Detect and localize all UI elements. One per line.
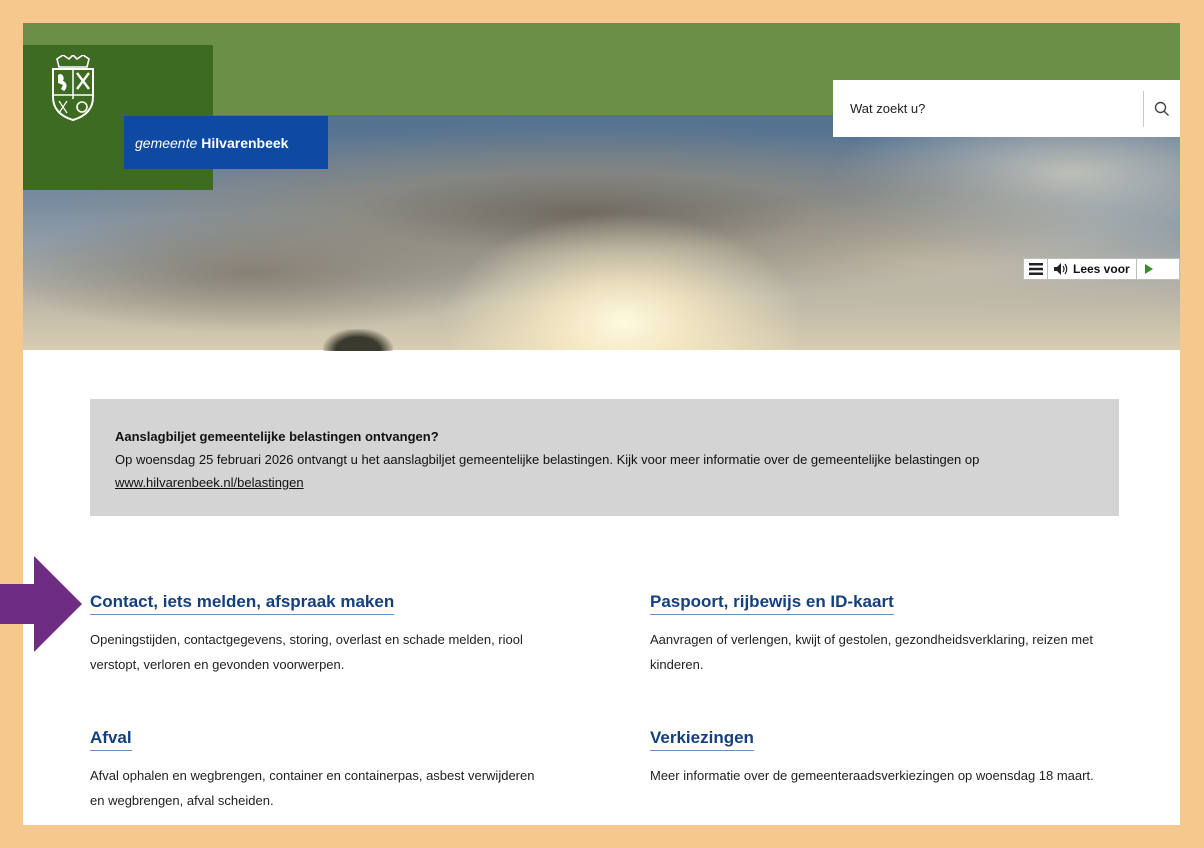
category-description: Meer informatie over de gemeenteraadsver… — [650, 768, 1094, 783]
menu-icon — [1028, 263, 1043, 275]
tree-silhouette — [323, 329, 393, 351]
notice-link[interactable]: www.hilvarenbeek.nl/belastingen — [115, 475, 304, 490]
speaker-icon — [1054, 263, 1068, 275]
search-input[interactable] — [833, 80, 1143, 137]
category-description: Afval ophalen en wegbrengen, container e… — [90, 768, 535, 808]
brand-prefix: gemeente — [135, 134, 198, 151]
category-title-afval[interactable]: Afval — [90, 728, 132, 751]
category-description: Openingstijden, contactgegevens, storing… — [90, 632, 523, 672]
search-icon — [1154, 101, 1169, 116]
coat-of-arms-icon — [52, 55, 94, 121]
readspeaker-play-button[interactable] — [1137, 259, 1161, 279]
category-title-contact[interactable]: Contact, iets melden, afspraak maken — [90, 592, 395, 615]
category-contact: Contact, iets melden, afspraak maken Ope… — [90, 592, 570, 677]
header-banner: gemeente Hilvarenbeek Wat zoekt u? Lees … — [23, 23, 1180, 351]
page-frame: gemeente Hilvarenbeek Wat zoekt u? Lees … — [23, 23, 1180, 825]
category-title-verkiezingen[interactable]: Verkiezingen — [650, 728, 754, 751]
category-verkiezingen: Verkiezingen Meer informatie over de gem… — [650, 728, 1130, 788]
brand-name: Hilvarenbeek — [201, 134, 289, 151]
readspeaker-bar: Lees voor — [1023, 258, 1180, 280]
category-description: Aanvragen of verlengen, kwijt of gestole… — [650, 632, 1093, 672]
readspeaker-label: Lees voor — [1073, 262, 1130, 276]
search-button[interactable] — [1144, 80, 1180, 137]
category-paspoort: Paspoort, rijbewijs en ID-kaart Aanvrage… — [650, 592, 1130, 677]
notice-banner: Aanslagbiljet gemeentelijke belastingen … — [90, 399, 1119, 516]
category-afval: Afval Afval ophalen en wegbrengen, conta… — [90, 728, 570, 813]
play-icon — [1144, 264, 1153, 274]
notice-text-block: Op woensdag 25 februari 2026 ontvangt u … — [115, 448, 1094, 494]
readspeaker-read-button[interactable]: Lees voor — [1048, 259, 1137, 279]
arrow-right-icon — [0, 556, 82, 652]
readspeaker-menu-button[interactable] — [1024, 259, 1048, 279]
brand-label[interactable]: gemeente Hilvarenbeek — [124, 116, 328, 169]
notice-text: Op woensdag 25 februari 2026 ontvangt u … — [115, 452, 980, 467]
notice-title: Aanslagbiljet gemeentelijke belastingen … — [115, 429, 439, 444]
category-title-paspoort[interactable]: Paspoort, rijbewijs en ID-kaart — [650, 592, 894, 615]
search-bar — [833, 80, 1180, 137]
